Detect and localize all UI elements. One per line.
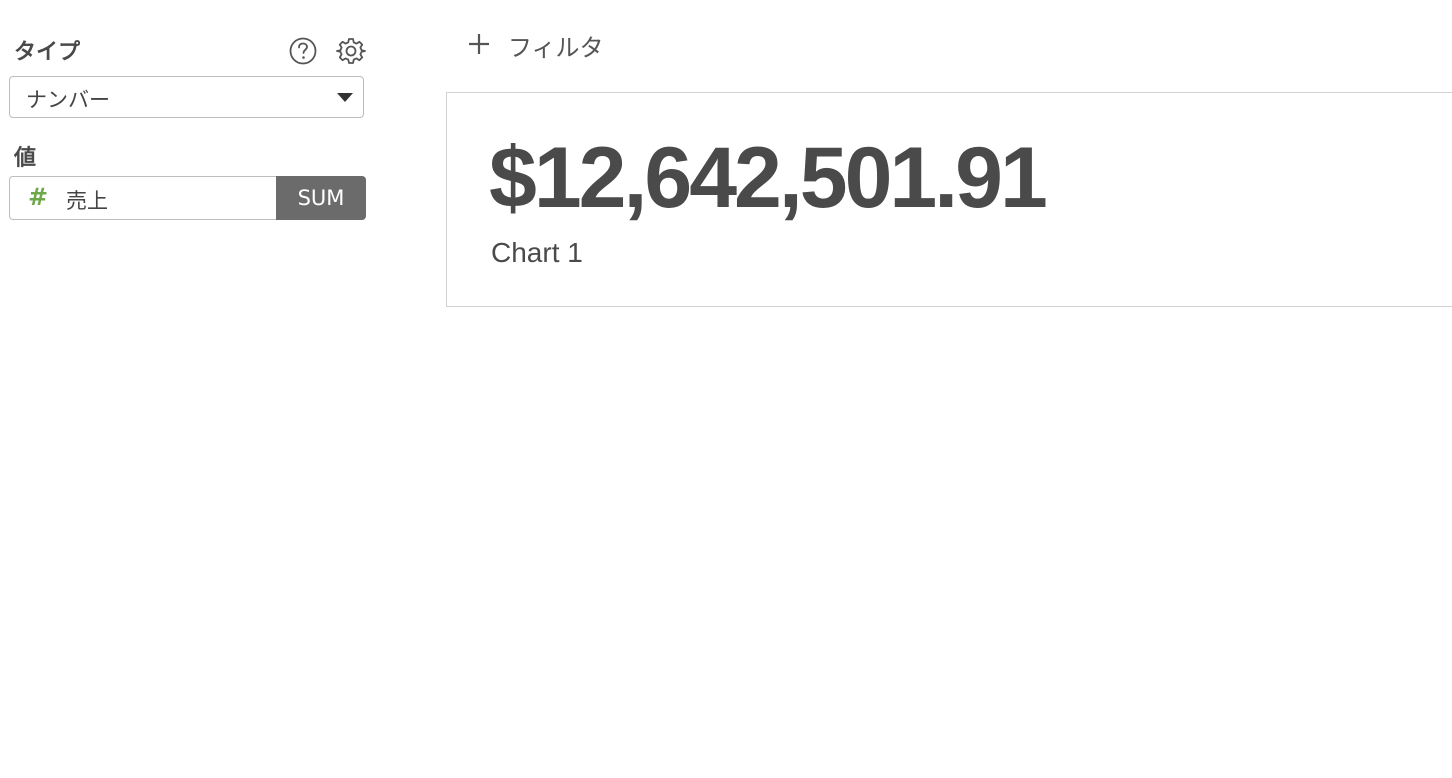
number-type-icon: #	[28, 183, 49, 211]
type-label: タイプ	[14, 40, 81, 65]
value-field: # 売上 SUM	[9, 176, 366, 220]
gear-icon[interactable]	[336, 36, 366, 66]
type-select-value: ナンバー	[26, 88, 110, 112]
chart-title: Chart 1	[491, 237, 583, 268]
number-card: $12,642,501.91 Chart 1	[446, 92, 1452, 307]
chevron-down-icon	[337, 93, 353, 102]
aggregation-button[interactable]: SUM	[276, 176, 366, 220]
add-filter-label: フィルタ	[508, 34, 604, 62]
sidebar: タイプ ナンバー 値 # 売上 SUM	[0, 0, 380, 778]
value-field-name: 売上	[66, 189, 108, 213]
plus-icon	[466, 26, 492, 62]
value-field-box[interactable]: # 売上	[9, 176, 279, 220]
type-select[interactable]: ナンバー	[9, 76, 364, 118]
kpi-value: $12,642,501.91	[489, 130, 1048, 226]
help-icon[interactable]	[288, 36, 318, 66]
value-label: 値	[14, 146, 37, 171]
